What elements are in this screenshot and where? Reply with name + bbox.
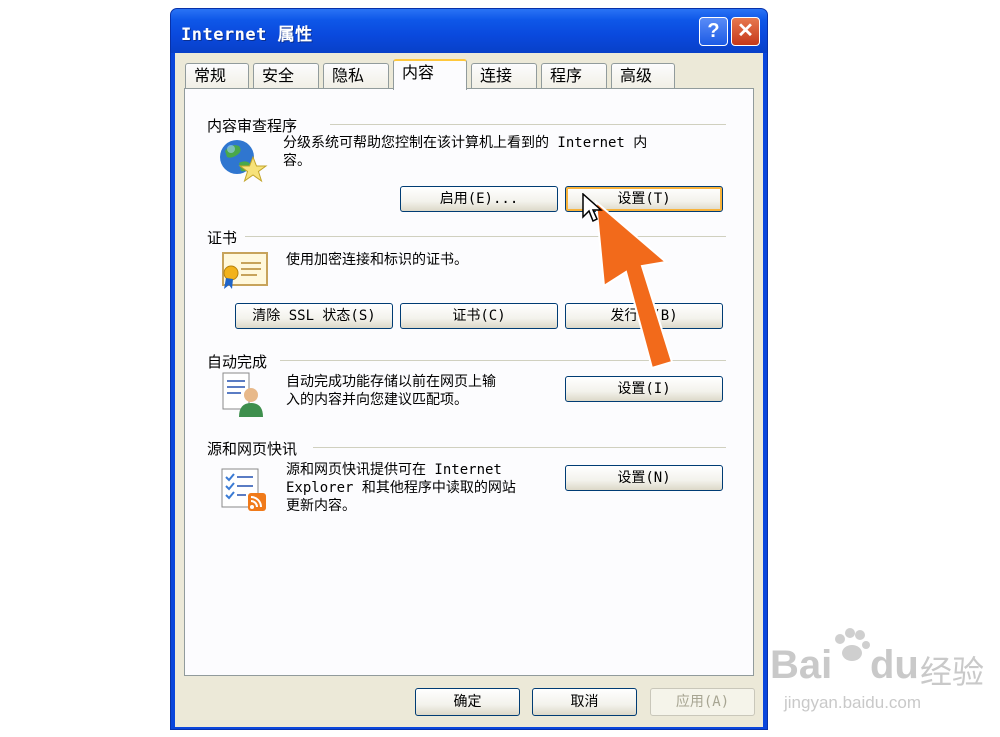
enable-content-advisor-button[interactable]: 启用(E)...	[400, 186, 558, 212]
certificates-button[interactable]: 证书(C)	[400, 303, 558, 329]
globe-star-icon	[220, 140, 268, 183]
watermark-brand-2: du	[870, 643, 919, 687]
tab-general[interactable]: 常规	[185, 63, 249, 88]
certificate-icon	[222, 252, 268, 289]
watermark-cn: 经验	[920, 653, 985, 691]
content-advisor-desc-1: 分级系统可帮助您控制在该计算机上看到的 Internet 内	[283, 135, 648, 151]
tab-security[interactable]: 安全	[253, 63, 319, 88]
clear-ssl-state-button[interactable]: 清除 SSL 状态(S)	[235, 303, 393, 329]
feeds-settings-button[interactable]: 设置(N)	[565, 465, 723, 491]
title-bar[interactable]: Internet 属性 ? ✕	[171, 9, 767, 53]
baidu-watermark: Bai du 经验 jingyan.baidu.com	[770, 625, 985, 725]
feeds-desc-3: 更新内容。	[286, 498, 356, 514]
autocomplete-settings-button[interactable]: 设置(I)	[565, 376, 723, 402]
content-tab-panel: 内容审查程序 分级系统可帮助您控制在该计算机上看到的 Internet 内 容。…	[184, 88, 754, 676]
mouse-cursor-icon	[582, 193, 603, 223]
autocomplete-icon	[222, 372, 263, 417]
watermark-brand: Bai	[770, 643, 833, 687]
tab-connections[interactable]: 连接	[471, 63, 537, 88]
content-advisor-title: 内容审查程序	[207, 117, 298, 135]
feeds-desc-1: 源和网页快讯提供可在 Internet	[286, 462, 502, 478]
help-button[interactable]: ?	[699, 17, 728, 46]
tab-privacy[interactable]: 隐私	[323, 63, 389, 88]
tab-advanced[interactable]: 高级	[611, 63, 675, 88]
close-button[interactable]: ✕	[731, 17, 760, 46]
certificates-title: 证书	[207, 229, 238, 247]
feeds-desc-2: Explorer 和其他程序中读取的网站	[286, 480, 516, 496]
ok-button[interactable]: 确定	[415, 688, 520, 716]
feeds-title: 源和网页快讯	[207, 440, 298, 458]
content-advisor-divider	[330, 124, 726, 125]
autocomplete-title: 自动完成	[207, 353, 268, 371]
tab-content[interactable]: 内容	[393, 59, 467, 90]
certificates-desc: 使用加密连接和标识的证书。	[286, 252, 468, 268]
autocomplete-desc-1: 自动完成功能存储以前在网页上输	[286, 374, 496, 390]
window-title: Internet 属性	[181, 25, 313, 45]
dialog-client-area: 常规 安全 隐私 内容 连接 程序 高级 内容审查程序 分级系统可帮助您控制在该…	[175, 53, 763, 727]
feeds-divider	[313, 447, 726, 448]
content-advisor-desc-2: 容。	[283, 153, 311, 169]
annotation-arrow	[594, 200, 674, 370]
cancel-button[interactable]: 取消	[532, 688, 637, 716]
tab-programs[interactable]: 程序	[541, 63, 607, 88]
autocomplete-desc-2: 入的内容并向您建议匹配项。	[286, 392, 468, 408]
paw-icon	[835, 628, 870, 661]
apply-button[interactable]: 应用(A)	[650, 688, 755, 716]
feeds-icon	[221, 468, 266, 511]
watermark-url: jingyan.baidu.com	[784, 693, 922, 712]
